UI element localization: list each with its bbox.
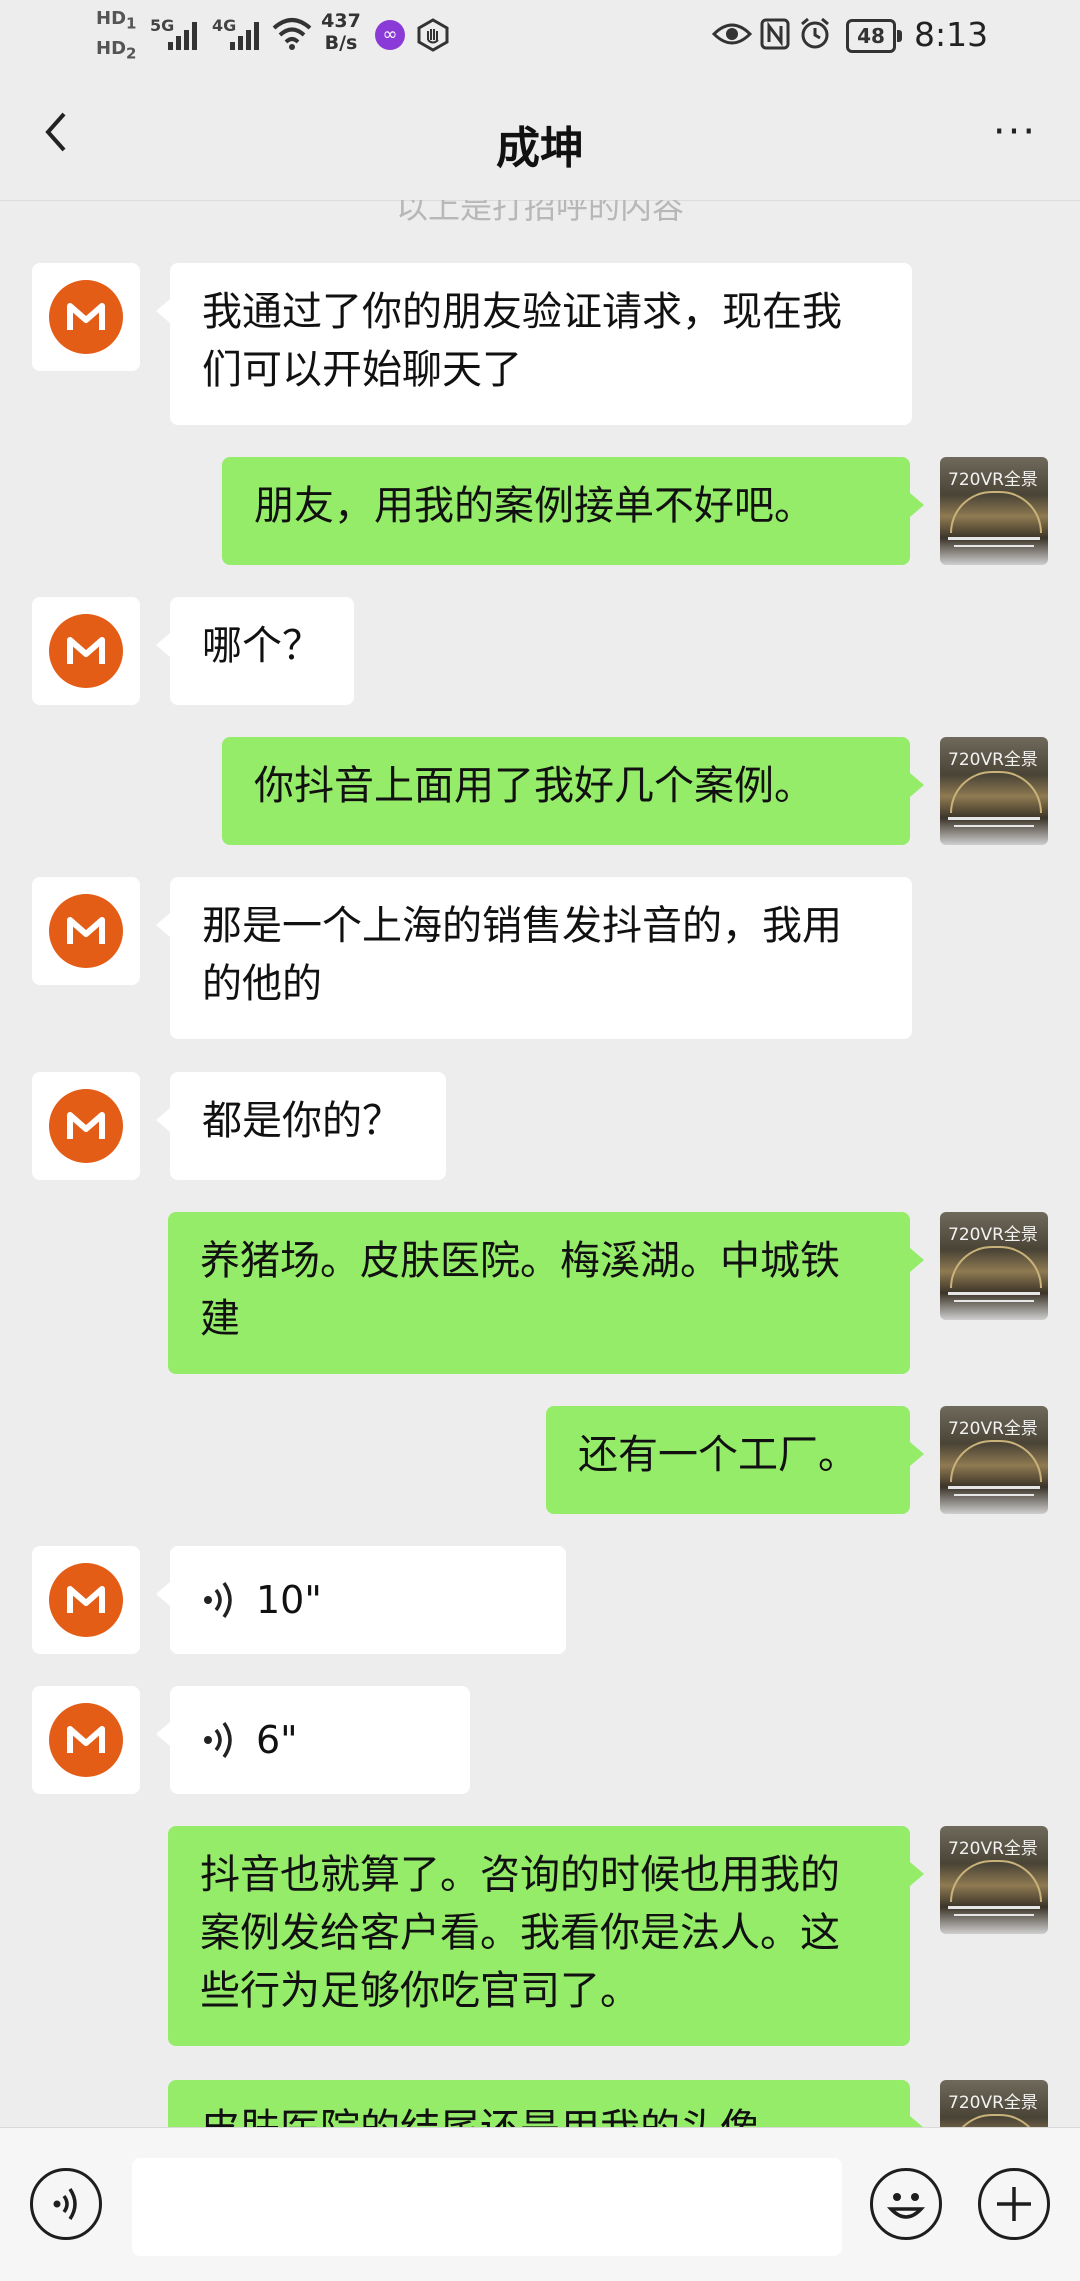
net-speed: 437 B/s	[318, 10, 364, 54]
input-bar	[0, 2127, 1080, 2281]
contact-avatar[interactable]	[32, 597, 140, 705]
message-bubble[interactable]: 你抖音上面用了我好几个案例。	[222, 737, 924, 845]
avatar-label: 720VR全景	[948, 1225, 1038, 1245]
message-bubble[interactable]: 还有一个工厂。	[546, 1406, 924, 1514]
net-speed-unit: B/s	[324, 32, 358, 54]
contact-avatar[interactable]	[32, 877, 140, 985]
m-logo-icon	[49, 1089, 123, 1163]
m-logo-icon	[49, 280, 123, 354]
voice-message[interactable]: 6"	[156, 1686, 470, 1794]
my-avatar[interactable]: 720VR全景	[940, 457, 1048, 565]
plus-icon	[997, 2187, 1031, 2221]
hd1-label: HD1	[96, 8, 136, 33]
add-more-button[interactable]	[978, 2168, 1050, 2240]
avatar-label: 720VR全景	[948, 470, 1038, 490]
m-logo-icon	[49, 1563, 123, 1637]
message-bubble[interactable]: 哪个？	[156, 597, 354, 705]
eye-icon	[712, 23, 752, 45]
clock: 8:13	[914, 15, 989, 54]
chat-header: 成坤 ···	[0, 72, 1080, 201]
signal2-icon	[230, 20, 259, 50]
my-avatar[interactable]: 720VR全景	[940, 1212, 1048, 1320]
message-bubble[interactable]: 养猪场。皮肤医院。梅溪湖。中城铁建	[168, 1212, 924, 1374]
voice-message[interactable]: 10"	[156, 1546, 566, 1654]
message-bubble[interactable]: 那是一个上海的销售发抖音的，我用的他的	[156, 877, 912, 1039]
hd1-text: HD	[96, 8, 127, 29]
m-logo-icon	[49, 894, 123, 968]
hand-app-icon	[417, 18, 449, 52]
net-speed-value: 437	[321, 10, 361, 32]
voice-wave-icon	[204, 1581, 232, 1619]
avatar-label: 720VR全景	[948, 1839, 1038, 1859]
nfc-icon	[760, 18, 790, 50]
hd2-sub: 2	[126, 44, 137, 63]
message-bubble[interactable]: 皮肤医院的结尾还是用我的头像	[168, 2080, 924, 2127]
voice-duration: 6"	[256, 1718, 298, 1762]
my-avatar[interactable]: 720VR全景	[940, 1406, 1048, 1514]
contact-avatar[interactable]	[32, 263, 140, 371]
my-avatar[interactable]: 720VR全景	[940, 737, 1048, 845]
emoji-button[interactable]	[870, 2168, 942, 2240]
message-bubble[interactable]: 抖音也就算了。咨询的时候也用我的案例发给客户看。我看你是法人。这些行为足够你吃官…	[168, 1826, 924, 2046]
message-input[interactable]	[132, 2158, 842, 2256]
message-bubble[interactable]: 朋友，用我的案例接单不好吧。	[222, 457, 924, 565]
battery-icon: 48	[846, 19, 902, 53]
hd2-label: HD2	[96, 38, 136, 63]
message-bubble[interactable]: 都是你的？	[156, 1072, 446, 1180]
chat-title: 成坤	[496, 123, 584, 174]
voice-duration: 10"	[256, 1578, 322, 1622]
message-bubble[interactable]: 我通过了你的朋友验证请求，现在我们可以开始聊天了	[156, 263, 912, 425]
alarm-icon	[801, 17, 829, 49]
avatar-label: 720VR全景	[948, 1419, 1038, 1439]
contact-avatar[interactable]	[32, 1686, 140, 1794]
avatar-label: 720VR全景	[948, 2093, 1038, 2113]
status-bar: HD1 HD2 5G 4G 437 B/s ∞ 48 8:13	[0, 0, 1080, 72]
system-note: 以上是打招呼的内容	[395, 200, 684, 226]
infinity-app-icon: ∞	[375, 20, 405, 50]
contact-avatar[interactable]	[32, 1546, 140, 1654]
my-avatar[interactable]: 720VR全景	[940, 2080, 1048, 2127]
hd2-text: HD	[96, 38, 127, 59]
wifi-icon	[272, 18, 312, 50]
hd1-sub: 1	[126, 14, 137, 33]
voice-wave-icon	[53, 2188, 77, 2220]
m-logo-icon	[49, 614, 123, 688]
more-options-icon[interactable]: ···	[980, 112, 1050, 162]
avatar-label: 720VR全景	[948, 750, 1038, 770]
contact-avatar[interactable]	[32, 1072, 140, 1180]
smiley-icon	[886, 2193, 926, 2219]
signal1-icon	[168, 20, 197, 50]
my-avatar[interactable]: 720VR全景	[940, 1826, 1048, 1934]
voice-input-button[interactable]	[30, 2168, 102, 2240]
m-logo-icon	[49, 1703, 123, 1777]
voice-wave-icon	[204, 1721, 232, 1759]
message-list[interactable]: 以上是打招呼的内容 我通过了你的朋友验证请求，现在我们可以开始聊天了 朋友，用我…	[0, 200, 1080, 2127]
